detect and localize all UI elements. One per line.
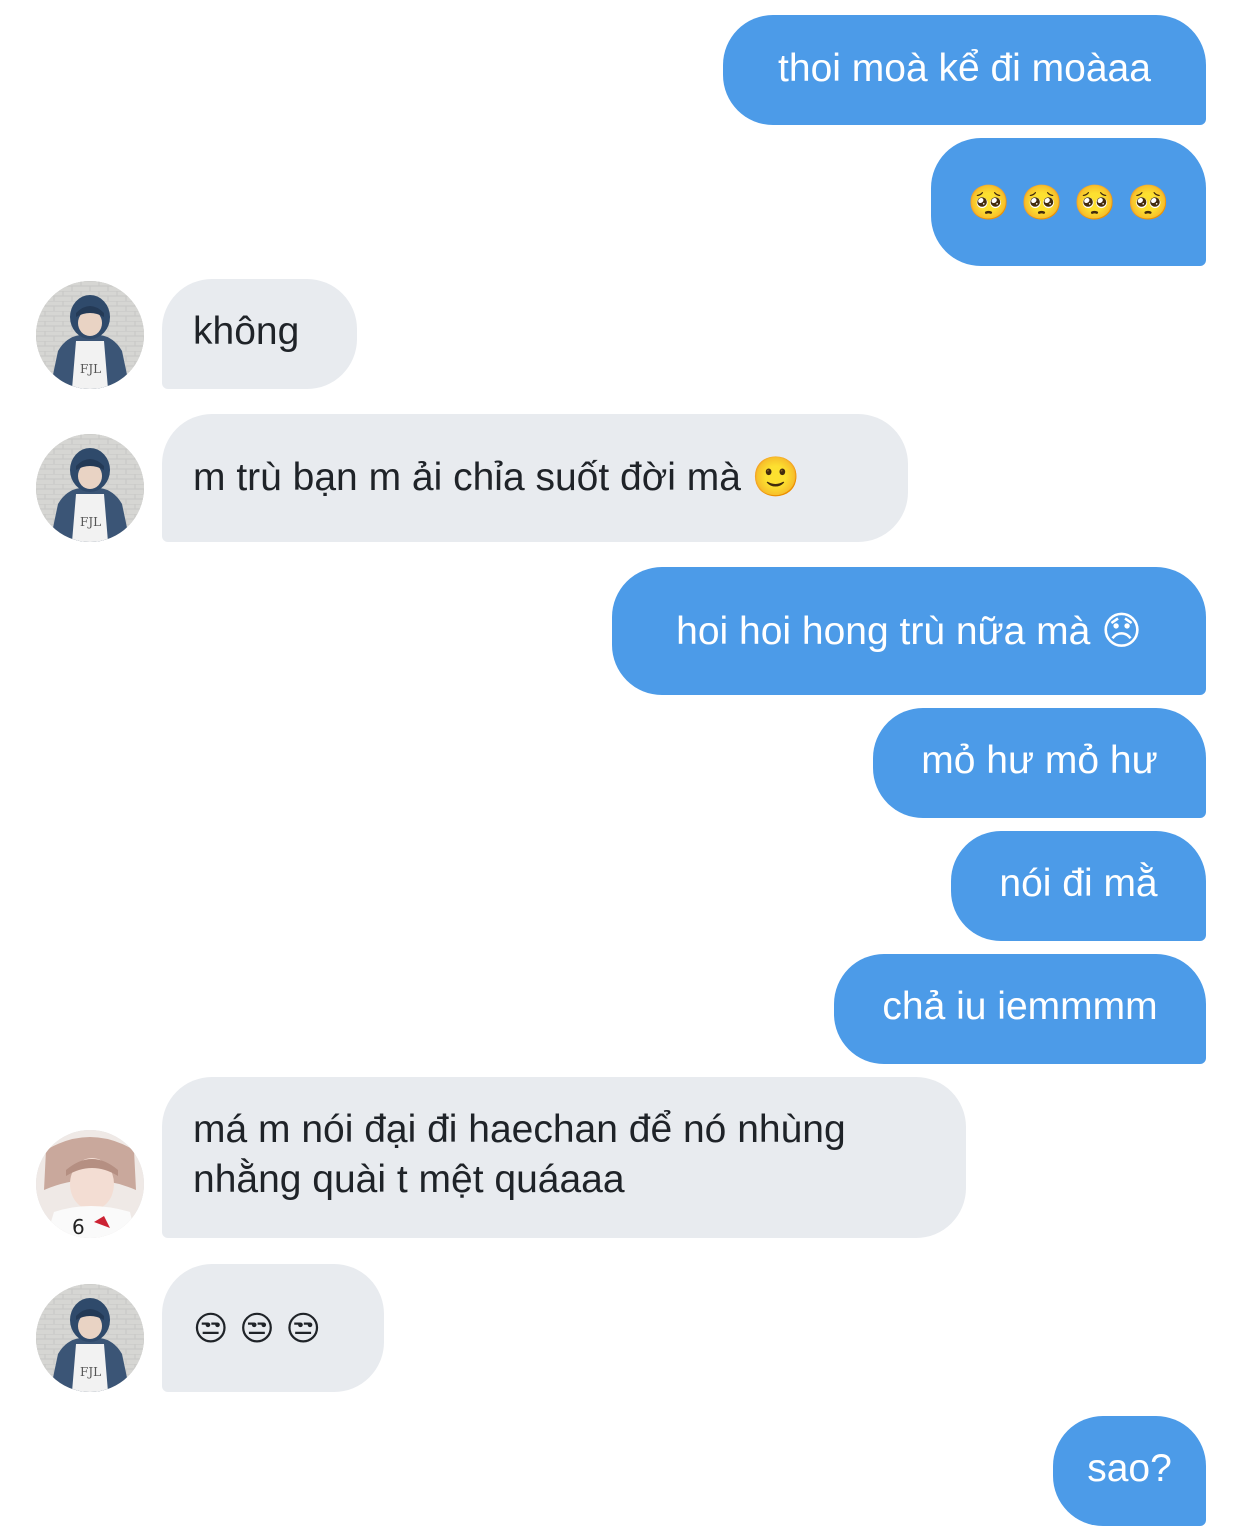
message-text: hoi hoi hong trù nữa mà 😞 bbox=[676, 610, 1142, 653]
message-text: thoi moà kể đi moàaa bbox=[778, 47, 1151, 90]
message-text-line: nhằng quài t mệt quáaaa bbox=[193, 1158, 625, 1201]
message-text-line: má m nói đại đi haechan để nó nhùng bbox=[193, 1108, 846, 1151]
message-incoming[interactable]: má m nói đại đi haechan để nó nhùng nhằn… bbox=[162, 1077, 966, 1238]
avatar-bright[interactable] bbox=[36, 1130, 144, 1238]
message-outgoing[interactable]: thoi moà kể đi moàaa bbox=[723, 15, 1206, 125]
message-outgoing[interactable]: 🥺 🥺 🥺 🥺 bbox=[931, 138, 1206, 266]
message-outgoing[interactable]: hoi hoi hong trù nữa mà 😞 bbox=[612, 567, 1206, 695]
message-outgoing[interactable]: chả iu iemmmm bbox=[834, 954, 1206, 1064]
avatar-image bbox=[36, 1284, 144, 1392]
message-text: m trù bạn m ải chỉa suốt đời mà 🙂 bbox=[193, 456, 801, 499]
message-text: không bbox=[193, 310, 300, 353]
message-text: 🥺 🥺 🥺 🥺 bbox=[967, 183, 1170, 223]
message-text: sao? bbox=[1087, 1447, 1172, 1490]
message-outgoing[interactable]: sao? bbox=[1053, 1416, 1206, 1526]
avatar-image bbox=[36, 434, 144, 542]
message-outgoing[interactable]: mỏ hư mỏ hư bbox=[873, 708, 1206, 818]
message-incoming[interactable]: không bbox=[162, 279, 357, 389]
message-incoming[interactable]: m trù bạn m ải chỉa suốt đời mà 🙂 bbox=[162, 414, 908, 542]
message-text: 😒 😒 😒 bbox=[193, 1309, 321, 1349]
avatar-blue-hood[interactable] bbox=[36, 434, 144, 542]
message-outgoing[interactable]: nói đi mằ bbox=[951, 831, 1206, 941]
message-text: mỏ hư mỏ hư bbox=[921, 739, 1158, 782]
message-text: nói đi mằ bbox=[999, 862, 1158, 905]
conversation: thoi moà kể đi moàaa 🥺 🥺 🥺 🥺 không m trù… bbox=[0, 0, 1242, 1533]
message-incoming[interactable]: 😒 😒 😒 bbox=[162, 1264, 384, 1392]
avatar-blue-hood[interactable] bbox=[36, 1284, 144, 1392]
message-text: chả iu iemmmm bbox=[882, 985, 1158, 1028]
avatar-blue-hood[interactable] bbox=[36, 281, 144, 389]
avatar-image bbox=[36, 1130, 144, 1238]
avatar-image bbox=[36, 281, 144, 389]
